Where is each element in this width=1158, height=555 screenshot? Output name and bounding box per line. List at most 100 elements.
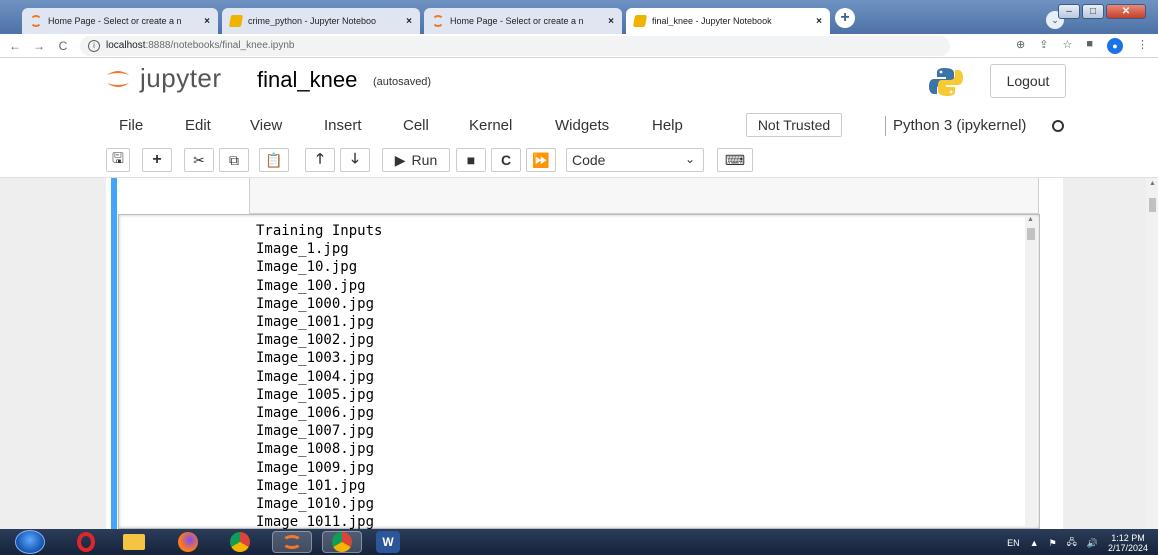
word-icon: W bbox=[382, 535, 394, 549]
plus-icon: + bbox=[152, 151, 162, 168]
not-trusted-button[interactable]: Not Trusted bbox=[746, 113, 842, 137]
save-button[interactable]: 🖫 bbox=[106, 148, 130, 172]
start-button[interactable] bbox=[15, 530, 45, 554]
chrome-icon bbox=[230, 532, 250, 552]
page-scrollbar-thumb[interactable] bbox=[1149, 198, 1156, 212]
cell-type-value: Code bbox=[572, 152, 606, 168]
minimize-button[interactable]: – bbox=[1058, 4, 1080, 19]
close-icon[interactable]: × bbox=[816, 16, 822, 27]
url-field[interactable]: i localhost:8888/notebooks/final_knee.ip… bbox=[80, 35, 950, 56]
clock[interactable]: 1:12 PM 2/17/2024 bbox=[1108, 533, 1148, 553]
taskbar-opera[interactable] bbox=[74, 531, 98, 553]
profile-avatar[interactable]: ● bbox=[1107, 38, 1123, 54]
info-icon[interactable]: i bbox=[88, 39, 100, 52]
jupyter-logo-icon[interactable] bbox=[105, 68, 131, 90]
back-icon[interactable]: ← bbox=[6, 39, 24, 53]
scroll-up-icon[interactable]: ▲ bbox=[1027, 216, 1034, 223]
flag-icon[interactable]: ⚑ bbox=[1049, 538, 1057, 549]
tray-expand-icon[interactable]: ▲ bbox=[1030, 538, 1039, 548]
taskbar-file-explorer[interactable] bbox=[122, 531, 146, 553]
kebab-menu-icon[interactable]: ⋮ bbox=[1137, 38, 1148, 54]
language-indicator[interactable]: EN bbox=[1007, 538, 1020, 548]
window-close-button[interactable]: ✕ bbox=[1106, 4, 1146, 19]
menu-edit[interactable]: Edit bbox=[185, 117, 211, 134]
interrupt-button[interactable]: ■ bbox=[456, 148, 486, 172]
url-host: localhost bbox=[106, 40, 146, 51]
chrome-icon bbox=[332, 532, 352, 552]
move-down-button[interactable]: 🡓 bbox=[340, 148, 370, 172]
taskbar-chrome[interactable] bbox=[228, 531, 252, 553]
maximize-icon: □ bbox=[1089, 6, 1097, 17]
maximize-button[interactable]: □ bbox=[1082, 4, 1104, 19]
address-bar: ← → C i localhost:8888/notebooks/final_k… bbox=[0, 34, 1158, 58]
close-icon[interactable]: × bbox=[406, 16, 412, 27]
notebook-name[interactable]: final_knee bbox=[257, 67, 357, 93]
output-line: Image_1008.jpg bbox=[256, 441, 375, 458]
browser-tab-home-2[interactable]: Home Page - Select or create a n × bbox=[424, 8, 622, 34]
forward-icon[interactable]: → bbox=[30, 39, 48, 53]
keyboard-icon: ⌨ bbox=[724, 151, 746, 168]
restart-button[interactable]: C bbox=[491, 148, 521, 172]
close-icon[interactable]: × bbox=[608, 16, 614, 27]
url-path: :8888/notebooks/final_knee.ipynb bbox=[145, 40, 295, 51]
folder-icon bbox=[123, 534, 145, 550]
close-icon[interactable]: × bbox=[204, 16, 210, 27]
run-button[interactable]: ▶ Run bbox=[382, 148, 450, 172]
copy-button[interactable]: ⧉ bbox=[219, 148, 249, 172]
cut-button[interactable]: ✂ bbox=[184, 148, 214, 172]
sidepanel-icon[interactable]: ■ bbox=[1086, 38, 1093, 54]
output-line: Image_1002.jpg bbox=[256, 332, 375, 349]
menu-kernel[interactable]: Kernel bbox=[469, 117, 512, 134]
clock-time: 1:12 PM bbox=[1111, 533, 1145, 543]
menu-file[interactable]: File bbox=[119, 117, 143, 134]
volume-icon[interactable]: 🔊 bbox=[1087, 538, 1098, 549]
move-up-button[interactable]: 🡑 bbox=[305, 148, 335, 172]
scissors-icon: ✂ bbox=[193, 151, 205, 168]
share-icon[interactable]: ⇪ bbox=[1039, 38, 1048, 54]
logout-button[interactable]: Logout bbox=[990, 64, 1066, 98]
taskbar-firefox[interactable] bbox=[176, 531, 200, 553]
output-line: Image_101.jpg bbox=[256, 477, 366, 494]
output-scrollbar[interactable]: ▲ bbox=[1025, 216, 1037, 527]
notebook-icon bbox=[228, 15, 244, 27]
restart-run-all-button[interactable]: ⏩ bbox=[526, 148, 556, 172]
menu-cell[interactable]: Cell bbox=[403, 117, 429, 134]
insert-cell-button[interactable]: + bbox=[142, 148, 172, 172]
opera-icon bbox=[77, 532, 95, 552]
window-controls: – □ ✕ bbox=[1058, 4, 1146, 19]
command-palette-button[interactable]: ⌨ bbox=[717, 148, 753, 172]
chevron-down-icon: ⌄ bbox=[684, 152, 695, 166]
menu-help[interactable]: Help bbox=[652, 117, 683, 134]
menu-widgets[interactable]: Widgets bbox=[555, 117, 609, 134]
code-cell-input[interactable] bbox=[249, 178, 1039, 214]
reload-icon[interactable]: C bbox=[54, 39, 72, 53]
taskbar-chrome-active[interactable] bbox=[322, 531, 362, 553]
jupyter-logo-text[interactable]: jupyter bbox=[140, 63, 222, 94]
output-scrollbar-thumb[interactable] bbox=[1027, 228, 1035, 240]
output-line: Image_1000.jpg bbox=[256, 295, 375, 312]
play-icon: ▶ bbox=[394, 151, 406, 168]
browser-tab-final-knee[interactable]: final_knee - Jupyter Notebook × bbox=[626, 8, 830, 34]
new-tab-button[interactable]: + bbox=[835, 8, 855, 28]
cell-type-select[interactable]: Code ⌄ bbox=[566, 148, 704, 172]
jupyter-icon bbox=[30, 15, 42, 27]
menu-insert[interactable]: Insert bbox=[324, 117, 362, 134]
page-scrollbar[interactable]: ▲ bbox=[1146, 178, 1158, 529]
output-line: Image_1010.jpg bbox=[256, 496, 375, 513]
paste-icon: 📋 bbox=[265, 151, 283, 168]
output-line: Image_100.jpg bbox=[256, 277, 366, 294]
tab-label: Home Page - Select or create a n bbox=[48, 16, 182, 26]
taskbar-jupyter[interactable] bbox=[272, 531, 312, 553]
menu-view[interactable]: View bbox=[250, 117, 282, 134]
cell-output-text: Training Inputs Image_1.jpg Image_10.jpg Im… bbox=[256, 222, 382, 531]
star-icon[interactable]: ☆ bbox=[1062, 38, 1072, 54]
network-icon[interactable]: 🖧 bbox=[1067, 535, 1077, 551]
browser-tab-home-1[interactable]: Home Page - Select or create a n × bbox=[22, 8, 218, 34]
taskbar-word[interactable]: W bbox=[376, 531, 400, 553]
zoom-icon[interactable]: ⊕ bbox=[1016, 38, 1025, 54]
stop-icon: ■ bbox=[466, 152, 476, 168]
paste-button[interactable]: 📋 bbox=[259, 148, 289, 172]
browser-tab-crime-python[interactable]: crime_python - Jupyter Noteboo × bbox=[222, 8, 420, 34]
scroll-up-icon[interactable]: ▲ bbox=[1149, 180, 1156, 187]
kernel-name[interactable]: Python 3 (ipykernel) bbox=[893, 117, 1026, 134]
